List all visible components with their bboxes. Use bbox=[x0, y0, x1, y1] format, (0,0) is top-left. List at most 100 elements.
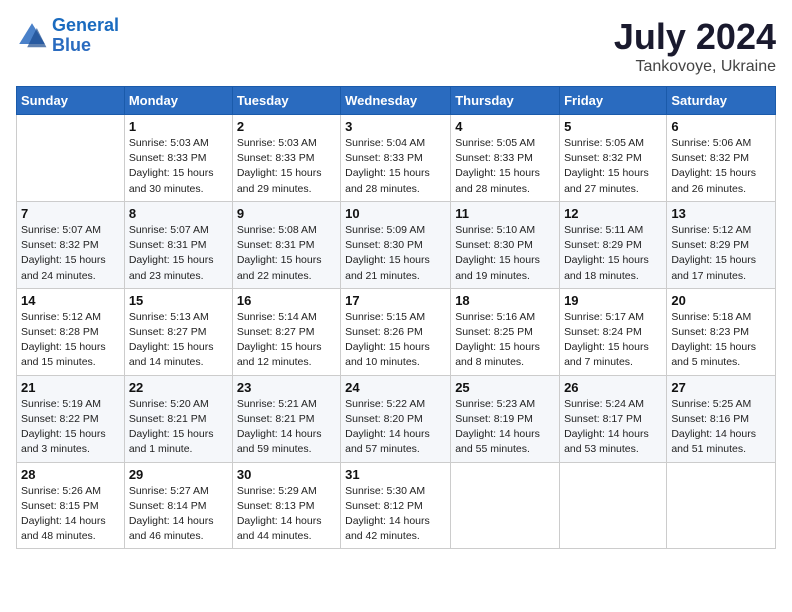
calendar-cell bbox=[451, 462, 560, 549]
calendar-cell: 24 Sunrise: 5:22 AM Sunset: 8:20 PM Dayli… bbox=[341, 375, 451, 462]
day-info: Sunrise: 5:23 AM Sunset: 8:19 PM Dayligh… bbox=[455, 397, 555, 458]
calendar-week-4: 21 Sunrise: 5:19 AM Sunset: 8:22 PM Dayli… bbox=[17, 375, 776, 462]
day-info: Sunrise: 5:24 AM Sunset: 8:17 PM Dayligh… bbox=[564, 397, 662, 458]
day-info: Sunrise: 5:22 AM Sunset: 8:20 PM Dayligh… bbox=[345, 397, 446, 458]
calendar-cell: 31Sunrise: 5:30 AM Sunset: 8:12 PM Dayli… bbox=[341, 462, 451, 549]
day-info: Sunrise: 5:27 AM Sunset: 8:14 PM Dayligh… bbox=[129, 484, 228, 545]
calendar-week-2: 7 Sunrise: 5:07 AM Sunset: 8:32 PM Daylig… bbox=[17, 201, 776, 288]
day-number: 17 bbox=[345, 293, 446, 308]
day-info: Sunrise: 5:06 AM Sunset: 8:32 PM Dayligh… bbox=[671, 136, 771, 197]
calendar-week-3: 14 Sunrise: 5:12 AM Sunset: 8:28 PM Dayli… bbox=[17, 288, 776, 375]
calendar-cell: 8 Sunrise: 5:07 AM Sunset: 8:31 PM Daylig… bbox=[124, 201, 232, 288]
logo-blue: Blue bbox=[52, 35, 91, 55]
day-info: Sunrise: 5:04 AM Sunset: 8:33 PM Dayligh… bbox=[345, 136, 446, 197]
calendar-cell: 6 Sunrise: 5:06 AM Sunset: 8:32 PM Daylig… bbox=[667, 115, 776, 202]
day-number: 21 bbox=[21, 380, 120, 395]
day-number: 31 bbox=[345, 467, 446, 482]
weekday-header-saturday: Saturday bbox=[667, 87, 776, 115]
day-info: Sunrise: 5:21 AM Sunset: 8:21 PM Dayligh… bbox=[237, 397, 336, 458]
day-info: Sunrise: 5:07 AM Sunset: 8:32 PM Dayligh… bbox=[21, 223, 120, 284]
day-number: 11 bbox=[455, 206, 555, 221]
calendar-cell: 3 Sunrise: 5:04 AM Sunset: 8:33 PM Daylig… bbox=[341, 115, 451, 202]
day-info: Sunrise: 5:20 AM Sunset: 8:21 PM Dayligh… bbox=[129, 397, 228, 458]
day-number: 1 bbox=[129, 119, 228, 134]
day-info: Sunrise: 5:11 AM Sunset: 8:29 PM Dayligh… bbox=[564, 223, 662, 284]
day-info: Sunrise: 5:09 AM Sunset: 8:30 PM Dayligh… bbox=[345, 223, 446, 284]
day-number: 3 bbox=[345, 119, 446, 134]
day-info: Sunrise: 5:07 AM Sunset: 8:31 PM Dayligh… bbox=[129, 223, 228, 284]
day-info: Sunrise: 5:10 AM Sunset: 8:30 PM Dayligh… bbox=[455, 223, 555, 284]
month-title: July 2024 bbox=[614, 16, 776, 58]
weekday-header-sunday: Sunday bbox=[17, 87, 125, 115]
day-number: 2 bbox=[237, 119, 336, 134]
logo-general: General bbox=[52, 15, 119, 35]
day-number: 10 bbox=[345, 206, 446, 221]
day-info: Sunrise: 5:08 AM Sunset: 8:31 PM Dayligh… bbox=[237, 223, 336, 284]
day-info: Sunrise: 5:03 AM Sunset: 8:33 PM Dayligh… bbox=[237, 136, 336, 197]
calendar-cell: 10 Sunrise: 5:09 AM Sunset: 8:30 PM Dayli… bbox=[341, 201, 451, 288]
calendar-cell: 21 Sunrise: 5:19 AM Sunset: 8:22 PM Dayli… bbox=[17, 375, 125, 462]
calendar-cell: 12 Sunrise: 5:11 AM Sunset: 8:29 PM Dayli… bbox=[560, 201, 667, 288]
calendar-cell bbox=[560, 462, 667, 549]
calendar-cell: 14 Sunrise: 5:12 AM Sunset: 8:28 PM Dayli… bbox=[17, 288, 125, 375]
day-number: 22 bbox=[129, 380, 228, 395]
location-title: Tankovoye, Ukraine bbox=[614, 58, 776, 76]
day-info: Sunrise: 5:19 AM Sunset: 8:22 PM Dayligh… bbox=[21, 397, 120, 458]
day-info: Sunrise: 5:12 AM Sunset: 8:28 PM Dayligh… bbox=[21, 310, 120, 371]
day-number: 30 bbox=[237, 467, 336, 482]
day-info: Sunrise: 5:25 AM Sunset: 8:16 PM Dayligh… bbox=[671, 397, 771, 458]
day-number: 16 bbox=[237, 293, 336, 308]
day-number: 7 bbox=[21, 206, 120, 221]
day-number: 28 bbox=[21, 467, 120, 482]
calendar-cell: 2 Sunrise: 5:03 AM Sunset: 8:33 PM Daylig… bbox=[232, 115, 340, 202]
day-number: 12 bbox=[564, 206, 662, 221]
calendar-table: SundayMondayTuesdayWednesdayThursdayFrid… bbox=[16, 86, 776, 549]
day-number: 29 bbox=[129, 467, 228, 482]
day-number: 23 bbox=[237, 380, 336, 395]
day-number: 15 bbox=[129, 293, 228, 308]
day-number: 4 bbox=[455, 119, 555, 134]
weekday-header-wednesday: Wednesday bbox=[341, 87, 451, 115]
calendar-week-5: 28 Sunrise: 5:26 AM Sunset: 8:15 PM Dayli… bbox=[17, 462, 776, 549]
day-number: 9 bbox=[237, 206, 336, 221]
day-number: 26 bbox=[564, 380, 662, 395]
day-info: Sunrise: 5:26 AM Sunset: 8:15 PM Dayligh… bbox=[21, 484, 120, 545]
calendar-cell: 9 Sunrise: 5:08 AM Sunset: 8:31 PM Daylig… bbox=[232, 201, 340, 288]
calendar-cell: 13 Sunrise: 5:12 AM Sunset: 8:29 PM Dayli… bbox=[667, 201, 776, 288]
calendar-cell: 27 Sunrise: 5:25 AM Sunset: 8:16 PM Dayli… bbox=[667, 375, 776, 462]
day-info: Sunrise: 5:05 AM Sunset: 8:33 PM Dayligh… bbox=[455, 136, 555, 197]
calendar-cell: 30 Sunrise: 5:29 AM Sunset: 8:13 PM Dayli… bbox=[232, 462, 340, 549]
day-number: 24 bbox=[345, 380, 446, 395]
calendar-cell: 22 Sunrise: 5:20 AM Sunset: 8:21 PM Dayli… bbox=[124, 375, 232, 462]
calendar-cell: 29 Sunrise: 5:27 AM Sunset: 8:14 PM Dayli… bbox=[124, 462, 232, 549]
calendar-cell: 25 Sunrise: 5:23 AM Sunset: 8:19 PM Dayli… bbox=[451, 375, 560, 462]
title-block: July 2024 Tankovoye, Ukraine bbox=[614, 16, 776, 76]
day-number: 14 bbox=[21, 293, 120, 308]
weekday-header-friday: Friday bbox=[560, 87, 667, 115]
calendar-cell bbox=[17, 115, 125, 202]
weekday-header-tuesday: Tuesday bbox=[232, 87, 340, 115]
day-number: 27 bbox=[671, 380, 771, 395]
day-info: Sunrise: 5:12 AM Sunset: 8:29 PM Dayligh… bbox=[671, 223, 771, 284]
calendar-cell bbox=[667, 462, 776, 549]
calendar-cell: 5Sunrise: 5:05 AM Sunset: 8:32 PM Daylig… bbox=[560, 115, 667, 202]
day-number: 8 bbox=[129, 206, 228, 221]
weekday-header-monday: Monday bbox=[124, 87, 232, 115]
day-number: 25 bbox=[455, 380, 555, 395]
day-number: 6 bbox=[671, 119, 771, 134]
calendar-cell: 15Sunrise: 5:13 AM Sunset: 8:27 PM Dayli… bbox=[124, 288, 232, 375]
day-number: 5 bbox=[564, 119, 662, 134]
calendar-cell: 28 Sunrise: 5:26 AM Sunset: 8:15 PM Dayli… bbox=[17, 462, 125, 549]
day-number: 19 bbox=[564, 293, 662, 308]
calendar-cell: 7 Sunrise: 5:07 AM Sunset: 8:32 PM Daylig… bbox=[17, 201, 125, 288]
day-info: Sunrise: 5:18 AM Sunset: 8:23 PM Dayligh… bbox=[671, 310, 771, 371]
day-number: 13 bbox=[671, 206, 771, 221]
day-number: 18 bbox=[455, 293, 555, 308]
page-header: General Blue July 2024 Tankovoye, Ukrain… bbox=[16, 16, 776, 76]
day-info: Sunrise: 5:03 AM Sunset: 8:33 PM Dayligh… bbox=[129, 136, 228, 197]
day-info: Sunrise: 5:29 AM Sunset: 8:13 PM Dayligh… bbox=[237, 484, 336, 545]
calendar-cell: 1 Sunrise: 5:03 AM Sunset: 8:33 PM Daylig… bbox=[124, 115, 232, 202]
day-info: Sunrise: 5:15 AM Sunset: 8:26 PM Dayligh… bbox=[345, 310, 446, 371]
calendar-cell: 4 Sunrise: 5:05 AM Sunset: 8:33 PM Daylig… bbox=[451, 115, 560, 202]
logo-icon bbox=[16, 20, 48, 52]
